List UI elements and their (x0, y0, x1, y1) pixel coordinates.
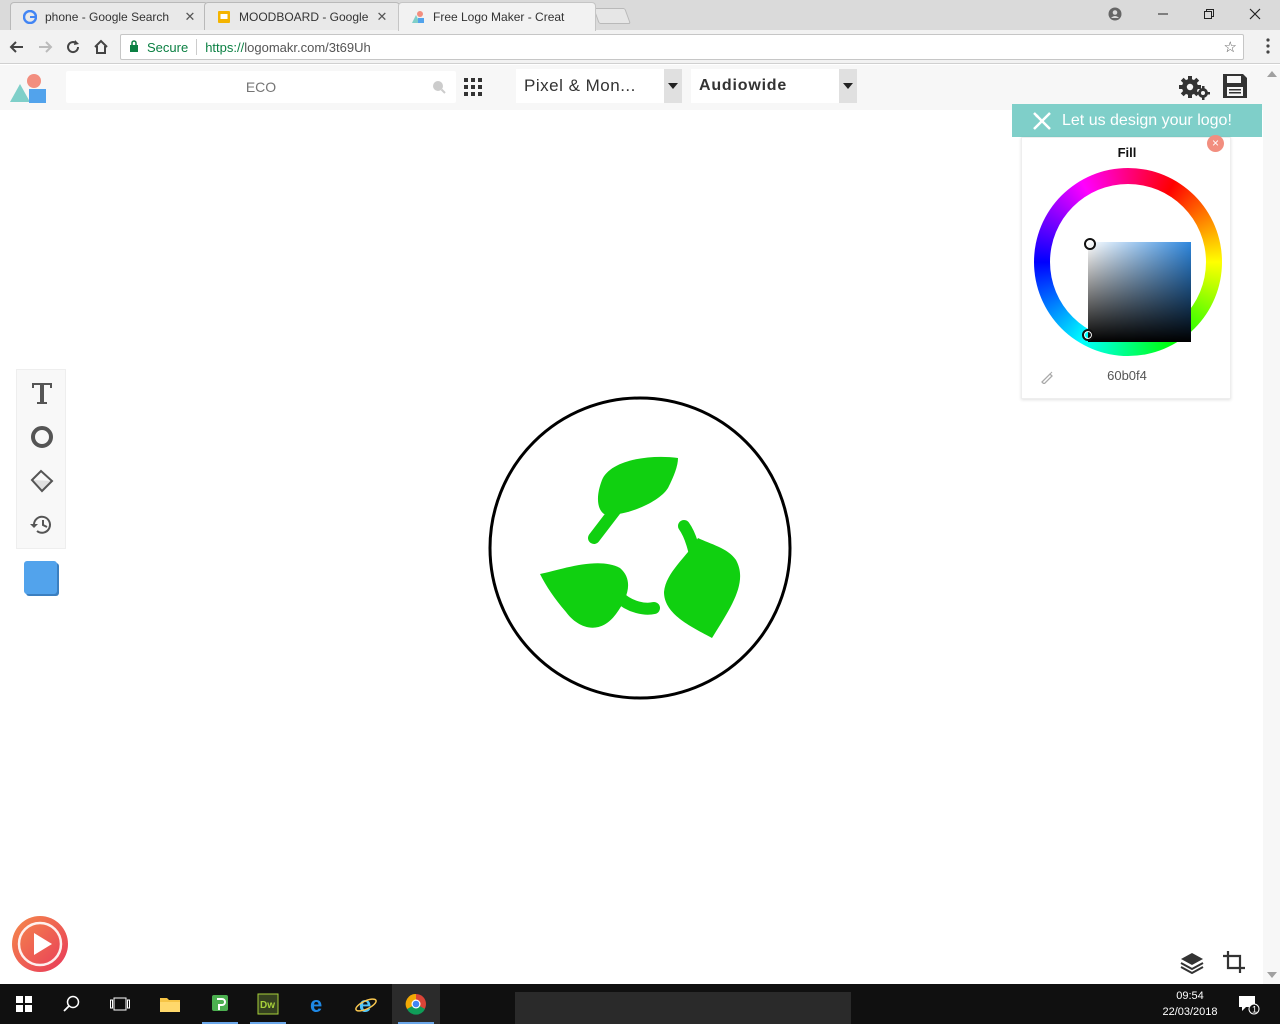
url-scheme: https:// (205, 39, 245, 55)
eyedropper-icon[interactable] (1040, 370, 1054, 385)
address-bar[interactable]: Secure https:// logomakr.com/3t69Uh ☆ (120, 34, 1244, 60)
notification-count: 1 (1252, 1005, 1257, 1015)
design-logo-promo-button[interactable]: Let us design your logo! (1012, 104, 1262, 137)
close-icon[interactable]: × (1207, 135, 1224, 152)
lock-icon (129, 39, 141, 55)
restore-icon[interactable] (1186, 0, 1232, 28)
browser-toolbar: Secure https:// logomakr.com/3t69Uh ☆ (0, 30, 1280, 64)
forward-icon[interactable] (32, 34, 58, 60)
tab-google-search[interactable]: phone - Google Search ✕ (10, 2, 208, 30)
task-view-icon[interactable] (96, 984, 144, 1024)
secure-label: Secure (147, 39, 189, 55)
tool-palette (16, 369, 66, 549)
new-tab-button[interactable] (593, 8, 631, 24)
internet-explorer-icon[interactable]: e (342, 984, 390, 1024)
text-tool-icon[interactable] (27, 378, 57, 408)
back-icon[interactable] (4, 34, 30, 60)
logomakr-icon (411, 10, 425, 24)
logo-ring (488, 396, 792, 700)
search-icon[interactable] (432, 80, 446, 94)
svg-text:Dw: Dw (260, 1000, 275, 1011)
profile-icon[interactable] (1092, 0, 1138, 28)
play-icon (17, 921, 63, 967)
tab-moodboard[interactable]: MOODBOARD - Google ✕ (204, 2, 400, 30)
fill-bucket-icon[interactable] (27, 466, 57, 496)
google-slides-icon (217, 10, 231, 24)
search-input[interactable] (66, 79, 456, 95)
tab-title: Free Logo Maker - Creat (433, 10, 565, 24)
app-green-icon[interactable] (196, 984, 244, 1024)
hue-handle[interactable] (1082, 329, 1094, 341)
action-center-icon[interactable]: 1 (1236, 992, 1260, 1016)
divider (196, 39, 198, 55)
svg-text:e: e (310, 993, 322, 1015)
close-window-icon[interactable] (1232, 0, 1278, 28)
system-clock[interactable]: 09:54 22/03/2018 (1150, 988, 1230, 1020)
pencil-ruler-icon (1032, 111, 1052, 131)
tutorial-play-button[interactable] (12, 916, 68, 972)
saturation-value-box[interactable] (1088, 242, 1191, 342)
reload-icon[interactable] (60, 34, 86, 60)
history-icon[interactable] (27, 510, 57, 540)
tab-logomakr[interactable]: Free Logo Maker - Creat (398, 2, 596, 31)
page-scrollbar[interactable] (1263, 65, 1280, 984)
chevron-down-icon[interactable] (839, 69, 857, 103)
color-picker-panel: Fill × 60b0f4 (1021, 135, 1231, 399)
logomakr-logo[interactable] (10, 72, 48, 104)
color-swatch[interactable] (24, 561, 57, 594)
tab-title: MOODBOARD - Google (239, 9, 369, 24)
font-select-primary[interactable]: Pixel & Mon... (516, 69, 682, 103)
logo-canvas[interactable] (480, 388, 800, 708)
hex-value[interactable]: 60b0f4 (1082, 368, 1172, 383)
promo-label: Let us design your logo! (1062, 111, 1232, 129)
save-icon[interactable] (1222, 73, 1252, 103)
chrome-icon[interactable] (392, 984, 440, 1024)
tab-close-icon[interactable]: ✕ (183, 9, 197, 25)
minimize-icon[interactable] (1140, 0, 1186, 28)
url-text: logomakr.com/3t69Uh (244, 39, 371, 55)
taskbar-preview-thumbnail (515, 992, 851, 1024)
windows-start-icon[interactable] (0, 984, 48, 1024)
hue-wheel[interactable] (1034, 168, 1222, 356)
leaf-left-stem (612, 590, 660, 615)
clock-date: 22/03/2018 (1162, 1006, 1218, 1018)
scroll-up-icon[interactable] (1267, 71, 1277, 77)
scroll-down-icon[interactable] (1267, 972, 1277, 978)
font-select-value: Pixel & Mon... (524, 76, 636, 95)
clock-time: 09:54 (1176, 990, 1204, 1002)
google-icon (23, 9, 37, 24)
search-icon[interactable] (48, 984, 96, 1024)
dreamweaver-icon[interactable]: Dw (244, 984, 292, 1024)
layers-icon[interactable] (1180, 950, 1204, 975)
icon-search-box[interactable] (66, 71, 456, 103)
tab-title: phone - Google Search (45, 9, 170, 24)
grid-icon[interactable] (464, 78, 482, 96)
bookmark-star-icon[interactable]: ☆ (1224, 38, 1237, 56)
chrome-menu-icon[interactable] (1266, 38, 1270, 54)
sv-handle[interactable] (1084, 238, 1096, 250)
chevron-down-icon[interactable] (664, 69, 682, 103)
color-picker-title: Fill (1117, 145, 1137, 160)
crop-icon[interactable] (1222, 950, 1246, 974)
file-explorer-icon[interactable] (146, 984, 194, 1024)
settings-gears-icon[interactable] (1178, 73, 1210, 103)
edge-icon[interactable]: e (294, 984, 342, 1024)
shape-tool-icon[interactable] (27, 422, 57, 452)
font-select-value: Audiowide (699, 77, 788, 94)
font-select-secondary[interactable]: Audiowide (691, 69, 857, 103)
home-icon[interactable] (88, 34, 114, 60)
tab-close-icon[interactable]: ✕ (375, 9, 389, 25)
browser-tab-bar: phone - Google Search ✕ MOODBOARD - Goog… (0, 0, 1280, 31)
leaf-top (597, 456, 678, 515)
windows-taskbar: Dw e e 09:54 22/03/2018 1 (0, 984, 1280, 1024)
